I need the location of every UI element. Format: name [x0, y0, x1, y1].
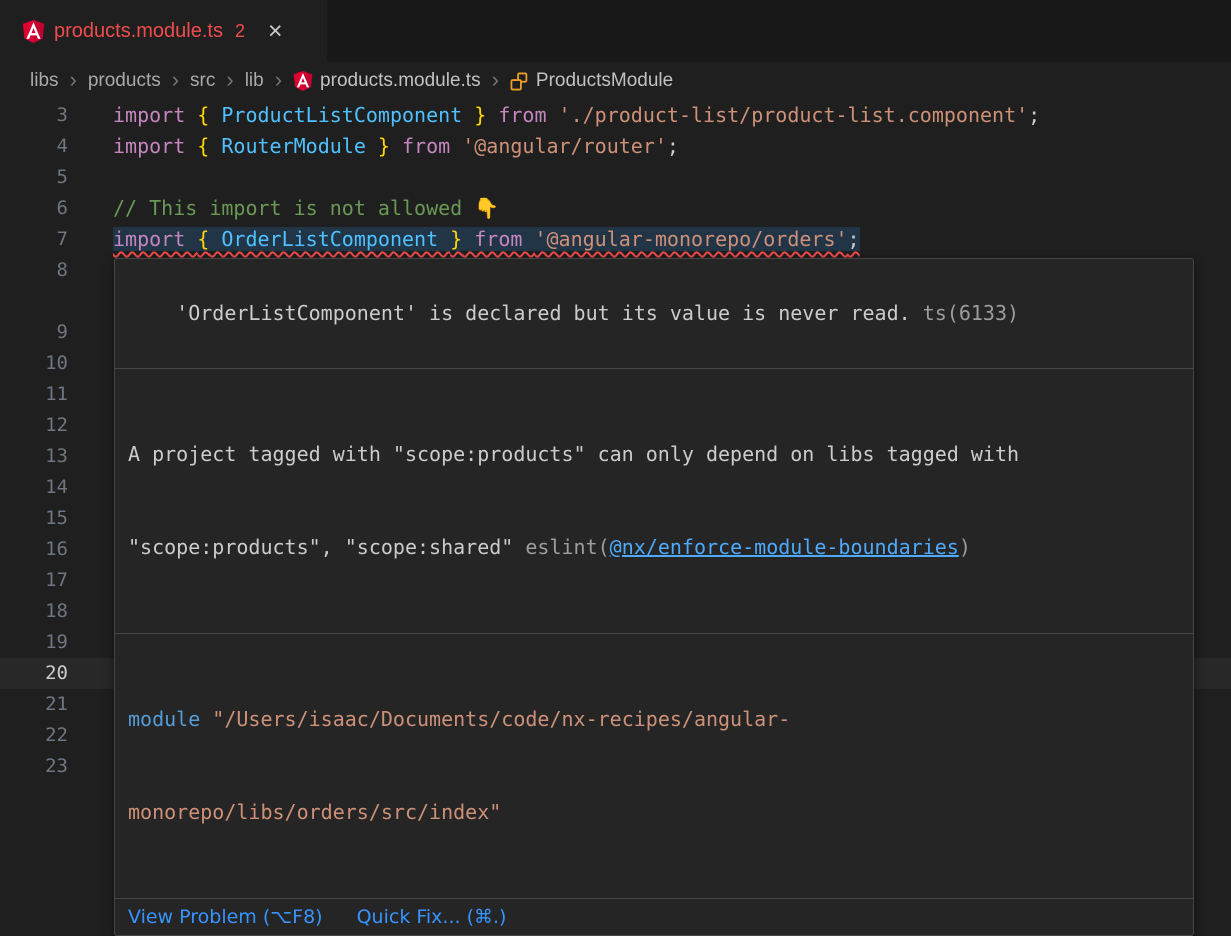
close-icon[interactable]: × — [268, 19, 283, 44]
breadcrumb-item-lib[interactable]: lib — [245, 70, 264, 92]
line-number[interactable]: 18 — [0, 596, 68, 627]
tab-problems-badge: 2 — [235, 21, 245, 42]
tab-label: products.module.ts — [54, 20, 223, 43]
module-info: module "/Users/isaac/Documents/code/nx-r… — [115, 634, 1193, 898]
code-content: import { ProductListComponent } from './… — [113, 100, 1231, 131]
chevron-right-icon: › — [70, 69, 77, 91]
diagnostic-text: 'OrderListComponent' is declared but its… — [176, 301, 911, 325]
line-number[interactable]: 4 — [0, 131, 68, 162]
chevron-right-icon: › — [226, 69, 233, 91]
class-symbol-icon — [510, 72, 529, 91]
code-content: // This import is not allowed 👇 — [113, 193, 1231, 224]
breadcrumb: libs › products › src › lib › products.m… — [0, 62, 1231, 100]
code-line[interactable]: 4 import { RouterModule } from '@angular/… — [0, 131, 1231, 162]
eslint-source-close: ) — [959, 535, 971, 559]
view-problem-button[interactable]: View Problem (⌥F8) — [128, 906, 323, 928]
line-number[interactable]: 11 — [0, 379, 68, 410]
line-number[interactable]: 15 — [0, 503, 68, 534]
line-number[interactable] — [0, 286, 68, 317]
hover-widget: 'OrderListComponent' is declared but its… — [114, 258, 1194, 936]
eslint-source: eslint( — [525, 535, 609, 559]
line-number[interactable]: 17 — [0, 565, 68, 596]
angular-icon — [22, 19, 45, 44]
error-squiggle: import { OrderListComponent } from '@ang… — [113, 227, 860, 251]
line-number[interactable]: 6 — [0, 193, 68, 224]
module-path-line1: "/Users/isaac/Documents/code/nx-recipes/… — [212, 707, 790, 731]
code-content: import { OrderListComponent } from '@ang… — [113, 224, 1231, 255]
tab-products-module[interactable]: products.module.ts 2 × — [0, 0, 327, 62]
tab-bar: products.module.ts 2 × — [0, 0, 1231, 62]
line-number[interactable]: 9 — [0, 317, 68, 348]
chevron-right-icon: › — [275, 69, 282, 91]
line-number[interactable]: 23 — [0, 751, 68, 782]
breadcrumb-item-libs[interactable]: libs — [30, 70, 59, 92]
module-keyword: module — [128, 707, 212, 731]
code-content: import { RouterModule } from '@angular/r… — [113, 131, 1231, 162]
line-number[interactable]: 5 — [0, 162, 68, 193]
eslint-text-line1: A project tagged with "scope:products" c… — [128, 442, 1019, 466]
angular-icon — [293, 70, 313, 92]
chevron-right-icon: › — [172, 69, 179, 91]
breadcrumb-item-products[interactable]: products — [88, 70, 161, 92]
line-number[interactable]: 7 — [0, 224, 68, 255]
line-number[interactable]: 10 — [0, 348, 68, 379]
line-number[interactable]: 19 — [0, 627, 68, 658]
eslint-text-line2: "scope:products", "scope:shared" — [128, 535, 525, 559]
code-content — [113, 162, 1231, 193]
code-line[interactable]: 3 import { ProductListComponent } from '.… — [0, 100, 1231, 131]
diagnostic-ts-message: 'OrderListComponent' is declared but its… — [115, 259, 1193, 368]
line-number[interactable]: 12 — [0, 410, 68, 441]
breadcrumb-item-src[interactable]: src — [190, 70, 215, 92]
line-number[interactable]: 20 — [0, 658, 68, 689]
chevron-right-icon: › — [492, 69, 499, 91]
code-line[interactable]: 5 — [0, 162, 1231, 193]
eslint-rule-link[interactable]: @nx/enforce-module-boundaries — [610, 535, 959, 559]
diagnostic-code: ts(6133) — [911, 301, 1019, 325]
line-number[interactable]: 8 — [0, 255, 68, 286]
code-line[interactable]: 6 // This import is not allowed 👇 — [0, 193, 1231, 224]
quick-fix-button[interactable]: Quick Fix... (⌘.) — [357, 906, 507, 928]
module-path-line2: monorepo/libs/orders/src/index" — [128, 800, 501, 824]
breadcrumb-item-symbol[interactable]: ProductsModule — [536, 70, 673, 92]
line-number[interactable]: 14 — [0, 472, 68, 503]
breadcrumb-item-file[interactable]: products.module.ts — [320, 70, 481, 92]
line-number[interactable]: 3 — [0, 100, 68, 131]
hover-actions: View Problem (⌥F8) Quick Fix... (⌘.) — [115, 898, 1193, 935]
code-line[interactable]: 7 import { OrderListComponent } from '@an… — [0, 224, 1231, 255]
line-number[interactable]: 16 — [0, 534, 68, 565]
line-number[interactable]: 22 — [0, 720, 68, 751]
diagnostic-eslint-message: A project tagged with "scope:products" c… — [115, 369, 1193, 633]
line-number[interactable]: 13 — [0, 441, 68, 472]
line-number[interactable]: 21 — [0, 689, 68, 720]
